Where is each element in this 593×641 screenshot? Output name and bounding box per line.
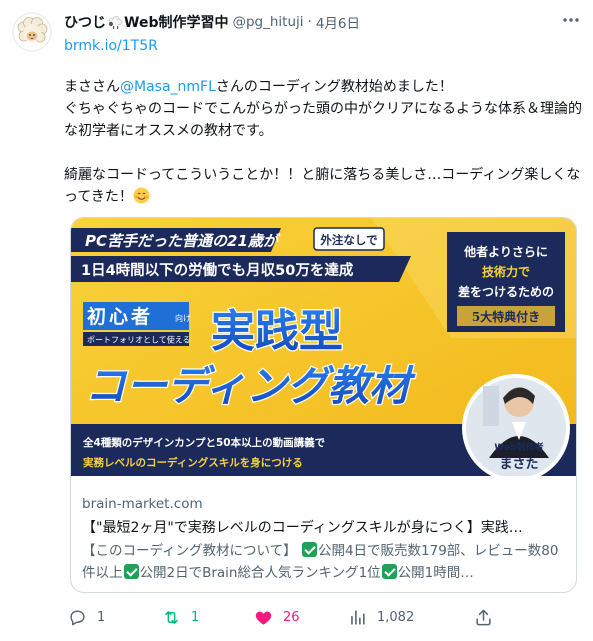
tweet-date[interactable]: 4月6日 bbox=[316, 12, 360, 32]
separator-dot: · bbox=[307, 14, 312, 30]
outsource-badge: 外注なしで bbox=[319, 233, 377, 247]
author-role: Web制作者 bbox=[494, 441, 543, 453]
like-icon bbox=[255, 611, 272, 625]
action-bar: 1 1 26 1,082 bbox=[64, 605, 584, 629]
box-line3: 差をつけるための bbox=[457, 284, 554, 299]
retweet-count: 1 bbox=[191, 609, 200, 625]
reply-count: 1 bbox=[97, 609, 106, 625]
card-domain: brain-market.com bbox=[82, 496, 203, 512]
avatar[interactable] bbox=[12, 12, 52, 52]
banner-line2-text: 1日4時間以下の労働でも月収50万を達成 bbox=[81, 261, 354, 279]
box-line2: 技術力で bbox=[482, 264, 530, 279]
user-handle[interactable]: @pg_hituji bbox=[232, 14, 303, 30]
tweet-header: ひつじ Web制作学習中 @pg_hituji · 4月6日 bbox=[64, 11, 553, 33]
sheep-emoji-icon bbox=[108, 15, 123, 29]
tweet-link[interactable]: brmk.io/1T5R bbox=[64, 38, 158, 54]
display-name-suffix[interactable]: Web制作学習中 bbox=[124, 12, 228, 32]
mention-link[interactable]: @Masa_nmFL bbox=[120, 79, 216, 95]
main-title-1: 実践型 bbox=[211, 306, 343, 357]
more-icon[interactable] bbox=[561, 10, 581, 30]
tweet-body: まささん@Masa_nmFLさんのコーディング教材始めました！ ぐちゃぐちゃのコ… bbox=[64, 76, 584, 208]
display-name[interactable]: ひつじ bbox=[64, 12, 106, 32]
banner-top-text: PC苦手だった普通の21歳が bbox=[85, 232, 281, 250]
check-emoji-icon bbox=[123, 564, 139, 579]
beginner-small: 向け bbox=[175, 313, 191, 323]
bottom-line1: 全4種類のデザインカンプと50本以上の動画講義で bbox=[82, 436, 326, 449]
reply-button[interactable]: 1 bbox=[68, 605, 105, 629]
bottom-line2: 実務レベルのコーディングスキルを身につける bbox=[83, 456, 303, 469]
card-description: 【このコーディング教材について】 公開4日で販売数179部、レビュー数80件以上… bbox=[82, 540, 570, 584]
card-desc-3: 公開2日でBrain総合人気ランキング1位 bbox=[139, 565, 381, 581]
card-desc-1: 【このコーディング教材について】 bbox=[82, 543, 297, 559]
card-image[interactable]: PC苦手だった普通の21歳が 1日4時間以下の労働でも月収50万を達成 外注なし… bbox=[71, 218, 576, 476]
body-text-before: まささん bbox=[64, 79, 120, 95]
retweet-icon bbox=[165, 610, 178, 624]
views-icon bbox=[351, 609, 365, 625]
views-button[interactable]: 1,082 bbox=[348, 605, 414, 629]
view-count: 1,082 bbox=[377, 609, 415, 625]
retweet-button[interactable]: 1 bbox=[162, 605, 199, 629]
sheep-avatar-icon bbox=[12, 12, 52, 52]
main-title-2: コーディング教材 bbox=[85, 362, 416, 410]
card-desc-4: 公開1時間… bbox=[397, 565, 474, 581]
beginner-label: 初心者 bbox=[87, 305, 153, 328]
like-button[interactable]: 26 bbox=[254, 605, 300, 629]
check-emoji-icon bbox=[381, 564, 397, 579]
share-button[interactable] bbox=[474, 605, 503, 629]
link-card[interactable]: PC苦手だった普通の21歳が 1日4時間以下の労働でも月収50万を達成 外注なし… bbox=[70, 217, 577, 593]
share-icon bbox=[476, 609, 491, 625]
smile-emoji-icon bbox=[133, 187, 150, 204]
portfolio-label: ポートフォリオとして使える bbox=[87, 335, 191, 345]
reply-icon bbox=[70, 609, 85, 625]
check-emoji-icon bbox=[301, 542, 317, 557]
tweet[interactable]: ひつじ Web制作学習中 @pg_hituji · 4月6日 brmk.io/1… bbox=[0, 0, 593, 641]
box-line1: 他者よりさらに bbox=[463, 244, 548, 259]
card-title[interactable]: 【"最短2ヶ月"で実務レベルのコーディングスキルが身につく】実践… bbox=[82, 517, 570, 537]
box-ribbon: 5大特典付き bbox=[472, 309, 540, 324]
like-count: 26 bbox=[283, 609, 300, 625]
author-name: まさた bbox=[499, 457, 538, 472]
